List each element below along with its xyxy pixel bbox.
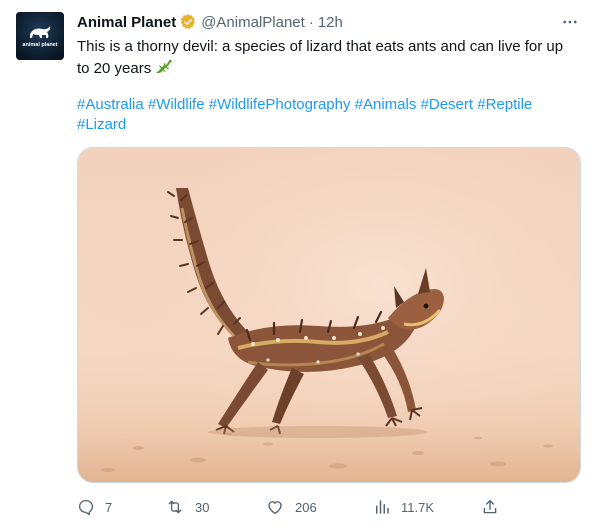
avatar[interactable]: animal planet [16,12,64,60]
share-icon [483,499,497,514]
hashtag-link[interactable]: #Reptile [477,96,532,113]
views-button[interactable]: 11.7K [373,496,434,518]
svg-text:animal planet: animal planet [22,42,57,48]
views-icon [376,500,389,514]
tweet-header: Animal Planet @AnimalPlanet · 12h [77,12,343,32]
reply-button[interactable]: 7 [77,496,112,518]
verified-badge-icon[interactable] [179,13,197,31]
reply-icon [78,499,94,516]
like-button[interactable]: 206 [265,496,317,518]
tweet[interactable]: animal planet Animal Planet @AnimalPlane… [0,0,599,529]
thorny-devil-photo [78,148,580,482]
hashtag-link[interactable]: #Lizard [77,116,126,133]
hashtag-link[interactable]: #WildlifePhotography [209,96,351,113]
tweet-body: This is a thorny devil: a species of liz… [77,38,564,77]
tweet-text: This is a thorny devil: a species of liz… [77,37,577,83]
animal-planet-logo: animal planet [16,12,64,60]
lizard-emoji-icon [154,57,174,83]
share-button[interactable] [481,496,499,518]
hashtag-link[interactable]: #Animals [355,96,417,113]
separator-dot: · [308,13,314,31]
author-name[interactable]: Animal Planet [77,14,176,31]
hashtag-list: #Australia #Wildlife #WildlifePhotograph… [77,95,577,135]
tweet-actions: 7 30 206 11.7K [77,496,499,518]
retweet-icon [168,500,182,514]
reply-count: 7 [105,499,113,515]
hashtag-link[interactable]: #Desert [421,96,474,113]
views-count: 11.7K [401,499,435,515]
timestamp[interactable]: 12h [318,14,343,31]
retweet-count: 30 [195,499,210,515]
retweet-button[interactable]: 30 [165,496,209,518]
like-count: 206 [295,499,317,515]
hashtag-link[interactable]: #Australia [77,96,144,113]
author-handle[interactable]: @AnimalPlanet [201,14,305,31]
heart-icon [268,501,282,515]
tweet-photo[interactable] [77,147,581,483]
hashtag-link[interactable]: #Wildlife [148,96,205,113]
more-options-icon[interactable] [559,12,581,32]
